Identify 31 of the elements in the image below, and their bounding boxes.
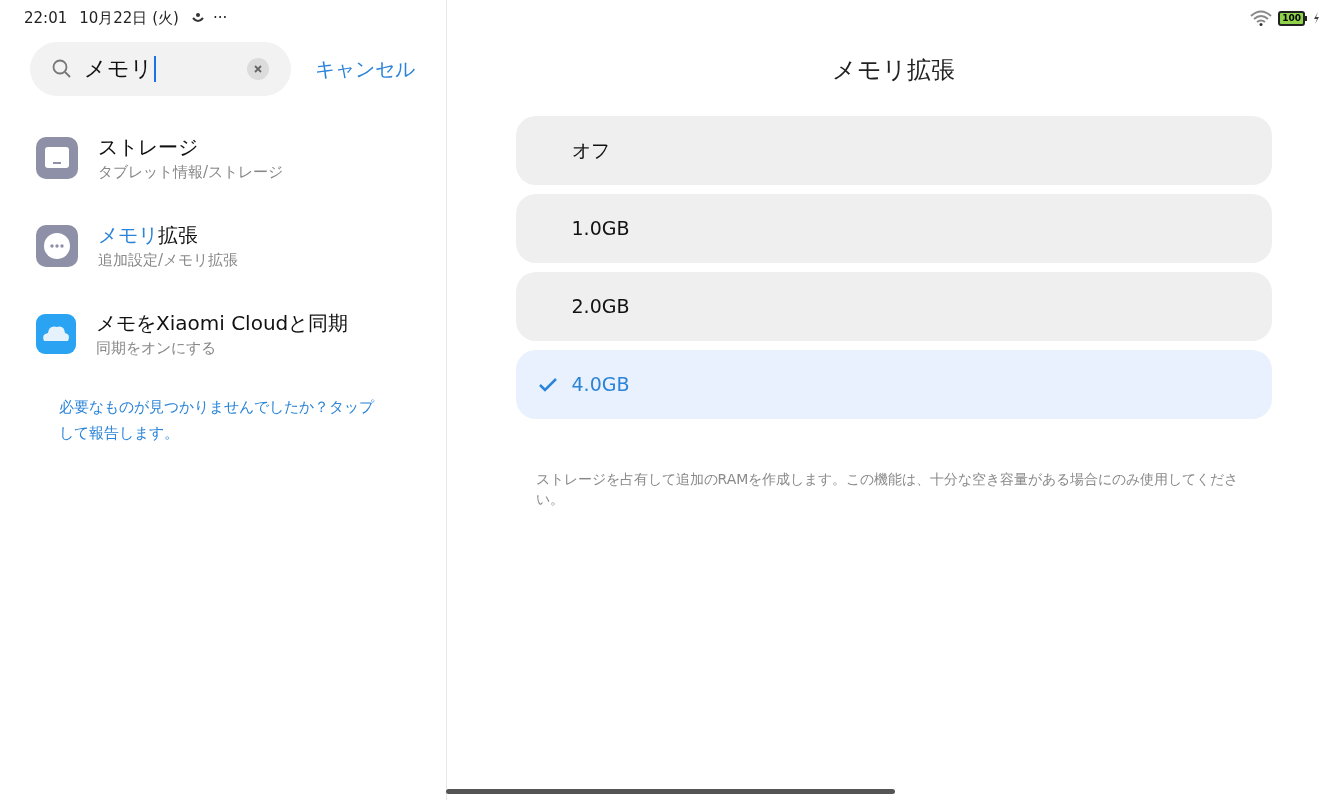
charging-icon <box>1313 12 1320 24</box>
notification-icon <box>190 12 205 24</box>
wifi-icon <box>1250 10 1273 26</box>
option-item[interactable]: 1.0GB <box>515 194 1272 263</box>
clear-icon[interactable] <box>247 58 269 80</box>
description-text: ストレージを占有して追加のRAMを作成します。この機能は、十分な空き容量がある場合にのみ使用してください。 <box>535 470 1240 509</box>
check-icon <box>537 376 558 393</box>
search-result[interactable]: メモリ 拡張 追加設定/メモリ拡張 <box>0 202 446 290</box>
status-time: 22:01 <box>24 7 68 29</box>
result-title: メモをXiaomi Cloudと同期 <box>96 310 349 337</box>
more-notifications: ··· <box>212 7 228 29</box>
feedback-link[interactable]: 必要なものが見つかりませんでしたか？タップして報告します。 <box>59 394 386 446</box>
result-path: 追加設定/メモリ拡張 <box>98 250 239 271</box>
result-title: ストレージ <box>98 134 199 161</box>
more-icon <box>36 225 78 267</box>
search-result[interactable]: メモをXiaomi Cloudと同期 同期をオンにする <box>0 290 446 378</box>
search-field[interactable]: メモリ <box>30 42 291 96</box>
storage-icon <box>36 137 78 179</box>
search-text: メモリ <box>84 56 156 82</box>
status-date: 10月22日 (火) <box>79 7 179 29</box>
result-title: メモリ 拡張 <box>98 222 199 249</box>
cancel-button[interactable]: キャンセル <box>315 54 415 84</box>
battery-indicator: 100 <box>1278 10 1307 26</box>
search-result[interactable]: ストレージ タブレット情報/ストレージ <box>0 114 446 202</box>
option-item[interactable]: 2.0GB <box>515 272 1272 341</box>
result-path: タブレット情報/ストレージ <box>98 162 284 183</box>
page-title: メモリ拡張 <box>832 55 955 86</box>
cloud-icon <box>36 314 76 354</box>
option-item[interactable]: オフ <box>515 116 1272 185</box>
search-icon <box>52 59 72 79</box>
result-path: 同期をオンにする <box>96 338 217 359</box>
